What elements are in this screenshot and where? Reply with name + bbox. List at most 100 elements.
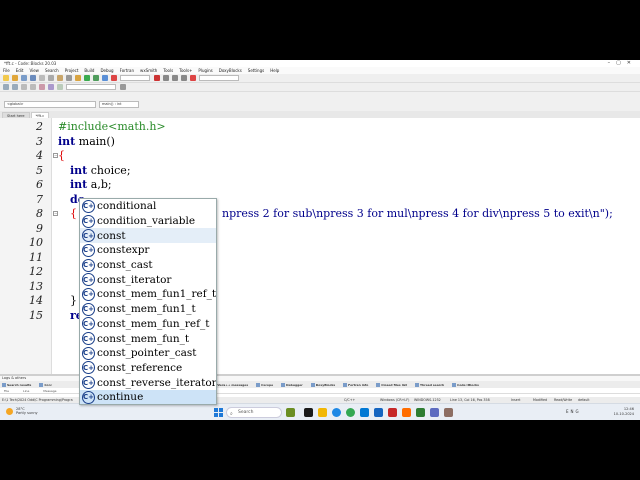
save-icon[interactable]: [21, 75, 27, 81]
line-number: 9: [36, 221, 43, 235]
codeblocks-icon[interactable]: [444, 408, 453, 417]
log-tab-cccc[interactable]: Cccc: [39, 382, 52, 387]
secondary-toolbar: [0, 83, 640, 92]
tab-icon: [256, 382, 261, 387]
log-tab-cscope[interactable]: Cscope: [256, 382, 273, 387]
debug-icon[interactable]: [154, 75, 160, 81]
step-out-icon[interactable]: [181, 75, 187, 81]
autocomplete-item[interactable]: C+ const_mem_fun_t: [80, 331, 216, 346]
copy-icon[interactable]: [48, 75, 54, 81]
highlight-icon[interactable]: [48, 84, 54, 90]
autocomplete-item[interactable]: C+ const_reference: [80, 361, 216, 376]
word-icon[interactable]: [374, 408, 383, 417]
chrome-icon[interactable]: [346, 408, 355, 417]
col-line[interactable]: Line: [23, 388, 29, 393]
excel-icon[interactable]: [416, 408, 425, 417]
cpp-keyword-icon: C+: [82, 229, 95, 243]
search-combo[interactable]: [66, 84, 116, 90]
menu-file[interactable]: File: [3, 67, 10, 74]
line-number: 11: [29, 250, 43, 264]
find-icon[interactable]: [66, 75, 72, 81]
windows-start-icon[interactable]: [214, 408, 223, 417]
build-gear-icon[interactable]: [75, 75, 81, 81]
menu-wxsmith[interactable]: wxSmith: [140, 67, 157, 74]
select-icon[interactable]: [57, 84, 63, 90]
autocomplete-item[interactable]: C+ const_mem_fun1_t: [80, 302, 216, 317]
menu-debug[interactable]: Debug: [100, 67, 113, 74]
autocomplete-item[interactable]: C+ const_mem_fun_ref_t: [80, 317, 216, 332]
menu-plugins[interactable]: Plugins: [198, 67, 212, 74]
bookmark-icon[interactable]: [39, 84, 45, 90]
log-tab-search-results[interactable]: Search results: [2, 382, 31, 387]
step-into-icon[interactable]: [172, 75, 178, 81]
jump-forward-icon[interactable]: [12, 84, 18, 90]
autocomplete-item[interactable]: C+ const_reverse_iterator: [80, 375, 216, 390]
code-line-tail: npress 2 for sub\npress 3 for mul\npress…: [222, 207, 613, 220]
teams-icon[interactable]: [430, 408, 439, 417]
toolbar-combo[interactable]: [199, 75, 239, 81]
log-tab-closed-files[interactable]: Closed files list: [376, 382, 407, 387]
build-run-icon[interactable]: [93, 75, 99, 81]
clock[interactable]: 12:46 10-10-2024: [614, 407, 634, 417]
menu-view[interactable]: View: [29, 67, 39, 74]
log-tab-doxyblocks[interactable]: DoxyBlocks: [310, 382, 335, 387]
run-play-icon[interactable]: [84, 75, 90, 81]
widget-icon[interactable]: [286, 408, 295, 417]
log-tab-fortran-info[interactable]: Fortran info: [343, 382, 368, 387]
autocomplete-item[interactable]: C+ conditional: [80, 199, 216, 214]
app-icon[interactable]: [388, 408, 397, 417]
new-file-icon[interactable]: [3, 75, 9, 81]
autocomplete-item[interactable]: C+ const_iterator: [80, 272, 216, 287]
step-icon[interactable]: [163, 75, 169, 81]
scope-combo[interactable]: <global>: [4, 101, 96, 108]
task-view-icon[interactable]: [304, 408, 313, 417]
autocomplete-item[interactable]: C+ const_pointer_cast: [80, 346, 216, 361]
menu-tools-plus[interactable]: Tools+: [179, 67, 192, 74]
weather-widget[interactable]: 28°C Partly sunny: [6, 407, 56, 415]
menu-project[interactable]: Project: [65, 67, 79, 74]
menu-doxyblocks[interactable]: DoxyBlocks: [219, 67, 242, 74]
window-controls[interactable]: –▢✕: [608, 60, 637, 67]
autocomplete-item[interactable]: C+ condition_variable: [80, 214, 216, 229]
autocomplete-item[interactable]: C+ const_mem_fun1_ref_t: [80, 287, 216, 302]
menu-tools[interactable]: Tools: [163, 67, 173, 74]
uncomment-icon[interactable]: [30, 84, 36, 90]
function-combo[interactable]: main() : int: [99, 101, 139, 108]
open-folder-icon[interactable]: [12, 75, 18, 81]
cpp-keyword-icon: C+: [82, 346, 95, 360]
store-icon[interactable]: [360, 408, 369, 417]
fold-marker[interactable]: −: [53, 211, 58, 216]
log-tab-debugger[interactable]: Debugger: [281, 382, 303, 387]
menu-edit[interactable]: Edit: [16, 67, 24, 74]
line-number: 10: [29, 236, 43, 249]
autocomplete-item[interactable]: C+ constexpr: [80, 243, 216, 258]
system-tray[interactable]: ENG: [566, 409, 581, 414]
paste-icon[interactable]: [57, 75, 63, 81]
taskbar-search[interactable]: ⌕ Search: [226, 407, 282, 418]
build-target-combo[interactable]: [120, 75, 150, 81]
menu-build[interactable]: Build: [84, 67, 94, 74]
jump-back-icon[interactable]: [3, 84, 9, 90]
stop-debug-icon[interactable]: [190, 75, 196, 81]
autocomplete-item-selected[interactable]: C+ continue: [80, 389, 216, 404]
file-explorer-icon[interactable]: [318, 408, 327, 417]
cut-icon[interactable]: [39, 75, 45, 81]
save-all-icon[interactable]: [30, 75, 36, 81]
log-tab-codeblocks[interactable]: Code::Blocks: [452, 382, 479, 387]
powerpoint-icon[interactable]: [402, 408, 411, 417]
edge-icon[interactable]: [332, 408, 341, 417]
autocomplete-item[interactable]: C+ const: [80, 228, 216, 244]
abort-icon[interactable]: [111, 75, 117, 81]
search-go-icon[interactable]: [120, 84, 126, 90]
menu-fortran[interactable]: Fortran: [120, 67, 134, 74]
log-tab-thread-search[interactable]: Thread search: [414, 382, 444, 387]
comment-icon[interactable]: [21, 84, 27, 90]
menu-settings[interactable]: Settings: [248, 67, 264, 74]
col-file[interactable]: File: [4, 388, 9, 393]
col-message[interactable]: Message: [43, 388, 56, 393]
autocomplete-item[interactable]: C+ const_cast: [80, 258, 216, 273]
cpp-keyword-icon: C+: [82, 243, 95, 257]
rebuild-icon[interactable]: [102, 75, 108, 81]
menu-help[interactable]: Help: [270, 67, 279, 74]
menu-search[interactable]: Search: [45, 67, 59, 74]
